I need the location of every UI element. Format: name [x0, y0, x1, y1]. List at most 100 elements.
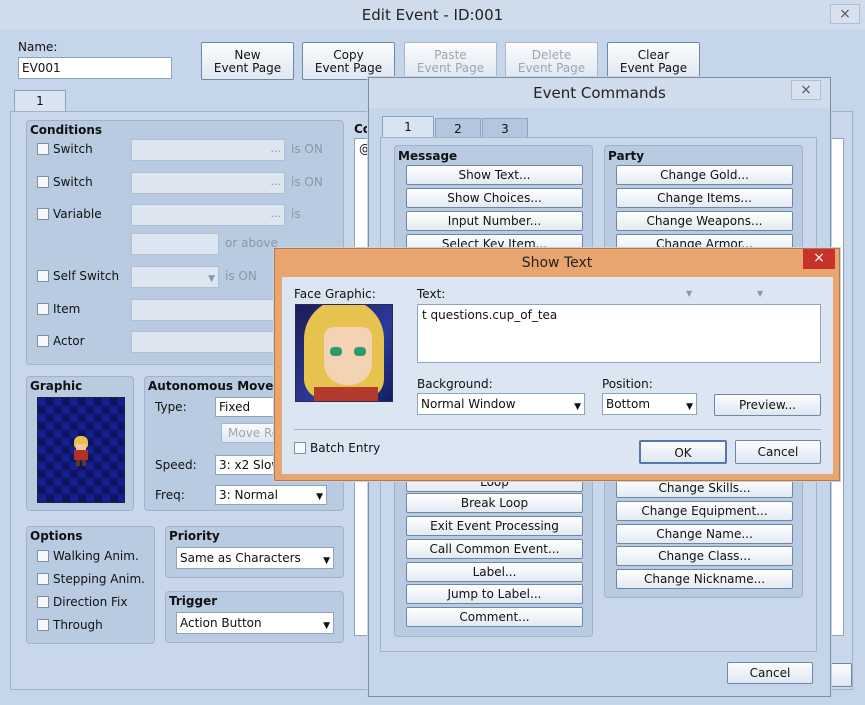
label-command[interactable]: Label... — [406, 562, 583, 582]
clear-event-page-button[interactable]: Clear Event Page — [607, 42, 700, 80]
freq-value: 3: Normal — [219, 488, 278, 502]
delete-event-page-button[interactable]: Delete Event Page — [505, 42, 598, 80]
chevron-down-icon: ▼ — [323, 556, 330, 566]
change-nickname-command[interactable]: Change Nickname... — [616, 569, 793, 589]
through-checkbox[interactable] — [37, 619, 49, 631]
name-input[interactable]: EV001 — [18, 57, 172, 79]
graphic-preview[interactable] — [37, 397, 125, 503]
text-dropdown-1[interactable]: ▼ — [686, 289, 692, 298]
freq-label: Freq: — [155, 488, 185, 502]
call-common-event-command[interactable]: Call Common Event... — [406, 539, 583, 559]
self-switch-select[interactable]: ▼ — [131, 266, 219, 288]
face-graphic-preview[interactable] — [295, 304, 393, 402]
graphic-title: Graphic — [30, 379, 83, 393]
actor-checkbox[interactable] — [37, 335, 49, 347]
close-icon: × — [800, 82, 812, 98]
switch1-is-on: is ON — [291, 142, 323, 156]
edit-event-close-button[interactable]: × — [830, 4, 860, 24]
exit-event-processing-command[interactable]: Exit Event Processing — [406, 516, 583, 536]
face-skin — [324, 327, 372, 385]
change-items-command[interactable]: Change Items... — [616, 188, 793, 208]
variable-is: is — [291, 207, 301, 221]
switch1-checkbox[interactable] — [37, 143, 49, 155]
direction-fix-label: Direction Fix — [53, 595, 128, 609]
tab-commands-1[interactable]: 1 — [382, 116, 434, 138]
paste-event-page-button[interactable]: Paste Event Page — [404, 42, 497, 80]
switch2-is-on: is ON — [291, 175, 323, 189]
jump-to-label-command[interactable]: Jump to Label... — [406, 584, 583, 604]
type-label: Type: — [155, 400, 187, 414]
chevron-down-icon: ▼ — [208, 274, 215, 284]
stepping-anim-checkbox[interactable] — [37, 573, 49, 585]
change-skills-command[interactable]: Change Skills... — [616, 478, 793, 498]
party-title: Party — [608, 149, 645, 163]
event-commands-cancel-button[interactable]: Cancel — [727, 662, 813, 684]
new-event-page-button[interactable]: New Event Page — [201, 42, 294, 80]
variable-checkbox[interactable] — [37, 208, 49, 220]
switch2-checkbox[interactable] — [37, 176, 49, 188]
position-select[interactable]: Bottom ▼ — [602, 393, 697, 415]
item-select[interactable] — [131, 299, 285, 321]
priority-value: Same as Characters — [180, 551, 301, 565]
change-weapons-command[interactable]: Change Weapons... — [616, 211, 793, 231]
through-label: Through — [53, 618, 103, 632]
close-icon: × — [813, 250, 825, 266]
actor-label: Actor — [53, 334, 85, 348]
face-collar — [314, 387, 378, 401]
copy-event-page-button[interactable]: Copy Event Page — [302, 42, 395, 80]
tab-commands-3[interactable]: 3 — [482, 118, 528, 137]
close-icon: × — [839, 6, 851, 22]
batch-entry-label: Batch Entry — [310, 441, 381, 455]
face-eye — [330, 347, 342, 356]
text-dropdown-2[interactable]: ▼ — [757, 289, 763, 298]
actor-select[interactable] — [131, 331, 285, 353]
change-equipment-command[interactable]: Change Equipment... — [616, 501, 793, 521]
face-eye — [354, 347, 366, 356]
show-text-window: Show Text × Face Graphic: Text: ▼ ▼ t qu… — [274, 248, 840, 481]
variable-field[interactable]: ... — [131, 204, 285, 226]
break-loop-command[interactable]: Break Loop — [406, 493, 583, 513]
direction-fix-checkbox[interactable] — [37, 596, 49, 608]
comment-command[interactable]: Comment... — [406, 607, 583, 627]
show-text-title: Show Text — [521, 255, 593, 271]
self-switch-checkbox[interactable] — [37, 270, 49, 282]
event-commands-close-button[interactable]: × — [791, 80, 821, 100]
options-panel: Options Walking Anim. Stepping Anim. Dir… — [26, 526, 155, 644]
preview-button[interactable]: Preview... — [714, 394, 821, 416]
show-choices-command[interactable]: Show Choices... — [406, 188, 583, 208]
tab-commands-2[interactable]: 2 — [435, 118, 481, 137]
trigger-value: Action Button — [180, 616, 262, 630]
ok-button[interactable]: OK — [639, 440, 727, 464]
batch-entry-checkbox[interactable] — [294, 442, 306, 454]
item-label: Item — [53, 302, 81, 316]
chevron-down-icon: ▼ — [686, 402, 693, 412]
self-switch-is-on: is ON — [225, 269, 257, 283]
freq-select[interactable]: 3: Normal ▼ — [215, 485, 327, 505]
switch2-label: Switch — [53, 175, 93, 189]
variable-value-stepper[interactable] — [131, 233, 219, 255]
switch1-field[interactable]: ... — [131, 139, 285, 161]
change-class-command[interactable]: Change Class... — [616, 546, 793, 566]
position-label: Position: — [602, 377, 653, 391]
priority-panel: Priority Same as Characters ▼ — [165, 526, 344, 578]
background-select[interactable]: Normal Window ▼ — [417, 393, 585, 415]
cancel-button[interactable]: Cancel — [735, 440, 821, 464]
conditions-title: Conditions — [30, 123, 103, 137]
change-gold-command[interactable]: Change Gold... — [616, 165, 793, 185]
tab-page-1[interactable]: 1 — [14, 90, 66, 112]
priority-title: Priority — [169, 529, 220, 543]
show-text-close-button[interactable]: × — [803, 249, 835, 269]
priority-select[interactable]: Same as Characters ▼ — [176, 547, 334, 569]
text-area[interactable]: t questions.cup_of_tea — [417, 304, 821, 363]
chevron-down-icon: ▼ — [316, 492, 323, 502]
trigger-select[interactable]: Action Button ▼ — [176, 612, 334, 634]
text-label: Text: — [417, 287, 446, 301]
walking-anim-checkbox[interactable] — [37, 550, 49, 562]
input-number-command[interactable]: Input Number... — [406, 211, 583, 231]
switch2-field[interactable]: ... — [131, 172, 285, 194]
change-name-command[interactable]: Change Name... — [616, 524, 793, 544]
edit-event-title: Edit Event - ID:001 — [0, 0, 865, 30]
show-text-command[interactable]: Show Text... — [406, 165, 583, 185]
item-checkbox[interactable] — [37, 303, 49, 315]
or-above-label: or above — [225, 236, 278, 250]
